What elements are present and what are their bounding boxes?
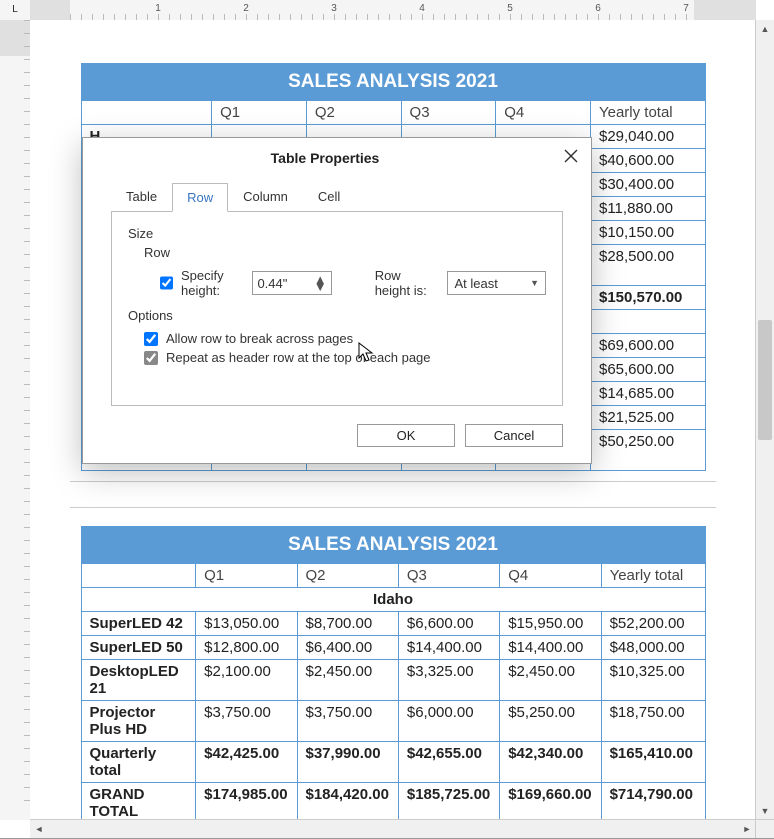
column-headers: Q1Q2Q3Q4Yearly total xyxy=(81,564,705,588)
table-row[interactable]: GRAND TOTAL$174,985.00$184,420.00$185,72… xyxy=(81,783,705,821)
vertical-ruler[interactable] xyxy=(0,20,31,820)
scroll-down-arrow[interactable]: ▼ xyxy=(756,802,774,820)
scroll-left-arrow[interactable]: ◄ xyxy=(30,820,48,838)
column-header: Q4 xyxy=(496,101,591,125)
column-header xyxy=(81,564,196,588)
horizontal-scrollbar[interactable]: ◄ ► xyxy=(30,819,756,838)
close-icon xyxy=(564,150,578,166)
column-header: Q2 xyxy=(297,564,398,588)
ok-button[interactable]: OK xyxy=(357,424,455,447)
column-header: Q1 xyxy=(212,101,307,125)
region-row: Idaho xyxy=(81,588,705,612)
table-row[interactable]: Quarterly total$42,425.00$37,990.00$42,6… xyxy=(81,742,705,783)
column-header: Q2 xyxy=(306,101,401,125)
horizontal-ruler[interactable]: 1234567 xyxy=(30,0,756,21)
scrollbar-corner xyxy=(755,819,774,838)
app-window: L 1234567 SALES ANALYSIS 2021 Q1Q2Q3Q4Ye… xyxy=(0,0,774,839)
dialog-tabs: Table Row Column Cell xyxy=(83,182,591,211)
row-height-is-label: Row height is: xyxy=(375,268,438,298)
dialog-title: Table Properties xyxy=(91,150,559,166)
repeat-header-checkbox[interactable]: Repeat as header row at the top of each … xyxy=(144,350,546,365)
specify-height-checkbox[interactable]: Specify height: xyxy=(160,268,242,298)
page-break xyxy=(70,481,716,508)
table-row[interactable]: SuperLED 50$12,800.00$6,400.00$14,400.00… xyxy=(81,636,705,660)
tab-table[interactable]: Table xyxy=(111,182,172,211)
allow-break-label: Allow row to break across pages xyxy=(166,331,353,346)
page-2: SALES ANALYSIS 2021 Q1Q2Q3Q4Yearly total… xyxy=(30,526,756,820)
spinner-icon[interactable]: ▲▼ xyxy=(314,276,327,290)
row-height-mode-value: At least xyxy=(454,276,497,291)
chevron-down-icon: ▼ xyxy=(530,278,539,288)
tab-column[interactable]: Column xyxy=(228,182,303,211)
table-row[interactable]: Projector Plus HD$3,750.00$3,750.00$6,00… xyxy=(81,701,705,742)
scroll-up-arrow[interactable]: ▲ xyxy=(756,20,774,38)
close-button[interactable] xyxy=(559,146,583,170)
row-tabpage: Size Row Specify height: 0.44" ▲▼ Ro xyxy=(111,211,563,406)
column-header: Q3 xyxy=(401,101,496,125)
scroll-right-arrow[interactable]: ► xyxy=(738,820,756,838)
tab-cell[interactable]: Cell xyxy=(303,182,355,211)
table-row[interactable]: SuperLED 42$13,050.00$8,700.00$6,600.00$… xyxy=(81,612,705,636)
cancel-button[interactable]: Cancel xyxy=(465,424,563,447)
row-height-mode-select[interactable]: At least ▼ xyxy=(447,271,546,295)
specify-height-label: Specify height: xyxy=(181,268,242,298)
table-row[interactable]: DesktopLED 21$2,100.00$2,450.00$3,325.00… xyxy=(81,660,705,701)
column-headers: Q1Q2Q3Q4Yearly total xyxy=(81,101,705,125)
vertical-scrollbar[interactable]: ▲ ▼ xyxy=(755,20,774,820)
column-header: Q3 xyxy=(398,564,499,588)
options-group-label: Options xyxy=(128,308,546,327)
scroll-thumb[interactable] xyxy=(758,320,772,440)
tab-row[interactable]: Row xyxy=(172,183,228,212)
table-properties-dialog: Table Properties Table Row Column Cell S… xyxy=(82,137,592,464)
ruler-corner: L xyxy=(0,0,31,21)
height-value: 0.44" xyxy=(257,276,287,291)
column-header xyxy=(81,101,212,125)
column-header: Q4 xyxy=(500,564,601,588)
repeat-header-label: Repeat as header row at the top of each … xyxy=(166,350,431,365)
table-title: SALES ANALYSIS 2021 xyxy=(81,527,705,564)
allow-break-checkbox[interactable]: Allow row to break across pages xyxy=(144,331,546,346)
column-header: Q1 xyxy=(196,564,297,588)
size-group-label: Size xyxy=(128,226,546,245)
table-title: SALES ANALYSIS 2021 xyxy=(81,64,705,101)
column-header: Yearly total xyxy=(590,101,705,125)
sales-table-page2[interactable]: SALES ANALYSIS 2021 Q1Q2Q3Q4Yearly total… xyxy=(81,526,706,820)
row-label: Row xyxy=(144,245,546,264)
height-input[interactable]: 0.44" ▲▼ xyxy=(252,271,331,295)
column-header: Yearly total xyxy=(601,564,705,588)
